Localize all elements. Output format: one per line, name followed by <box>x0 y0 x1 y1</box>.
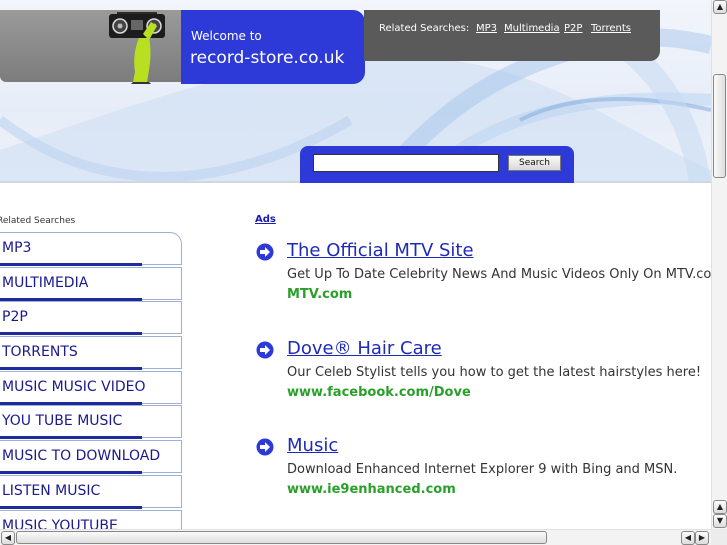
arrow-left-icon[interactable]: ◀ <box>1 531 15 545</box>
arrow-up-icon[interactable]: ▲ <box>713 0 727 14</box>
related-searches-bar: Related Searches: MP3 Multimedia P2P Tor… <box>364 10 660 61</box>
boombox-mascot-icon <box>109 12 165 84</box>
arrow-up-icon[interactable]: ▲ <box>713 500 727 514</box>
ad-title-link[interactable]: Music <box>287 435 338 456</box>
ads-label: Ads <box>255 214 276 225</box>
sidebar-item-label: TORRENTS <box>2 344 78 361</box>
related-searches-label: Related Searches: <box>379 23 470 34</box>
arrow-left-icon[interactable]: ◀ <box>681 531 695 545</box>
sidebar-item-label: MULTIMEDIA <box>2 274 89 291</box>
vertical-scroll-thumb[interactable] <box>713 74 726 178</box>
related-link-torrents[interactable]: Torrents <box>591 23 631 34</box>
sidebar-item-torrents[interactable]: TORRENTS <box>0 336 182 371</box>
related-link-multimedia[interactable]: Multimedia <box>504 23 560 34</box>
arrow-right-icon[interactable]: ▶ <box>695 531 709 545</box>
ad-url-link[interactable]: MTV.com <box>287 287 352 302</box>
related-link-p2p[interactable]: P2P <box>564 23 582 34</box>
ad-title-link[interactable]: The Official MTV Site <box>287 240 474 261</box>
sidebar-item-label: MUSIC MUSIC VIDEO <box>2 378 146 395</box>
sidebar-item-you-tube-music[interactable]: YOU TUBE MUSIC <box>0 405 182 440</box>
sidebar-item-multimedia[interactable]: MULTIMEDIA <box>0 266 182 301</box>
sidebar-heading: Related Searches <box>0 216 76 226</box>
sidebar-item-listen-music[interactable]: LISTEN MUSIC <box>0 474 182 509</box>
welcome-box: Welcome to record-store.co.uk <box>181 10 365 84</box>
scrollbar-corner <box>711 529 727 545</box>
ad-url-link[interactable]: www.facebook.com/Dove <box>287 385 471 400</box>
arrow-right-icon <box>256 341 274 359</box>
sidebar-item-label: P2P <box>2 309 28 326</box>
horizontal-scrollbar[interactable]: ◀ ◀ ▶ <box>0 529 711 545</box>
sidebar-item-label: MUSIC TO DOWNLOAD <box>2 448 161 465</box>
vertical-scrollbar[interactable]: ▲ ▲ ▼ <box>711 0 727 529</box>
ad-url-link[interactable]: www.ie9enhanced.com <box>287 482 456 497</box>
sidebar-item-mp3[interactable]: MP3 <box>0 232 182 266</box>
arrow-right-icon <box>256 243 274 261</box>
sidebar-item-label: MP3 <box>2 240 32 256</box>
sidebar-item-music-music-video[interactable]: MUSIC MUSIC VIDEO <box>0 370 182 405</box>
header-banner: Welcome to record-store.co.uk Related Se… <box>0 0 711 183</box>
search-input[interactable] <box>313 154 499 172</box>
site-name: record-store.co.uk <box>190 48 345 68</box>
welcome-text: Welcome to <box>191 29 262 43</box>
related-searches-list: MP3 MULTIMEDIA P2P TORRENTS MUSIC MUSIC … <box>0 232 182 529</box>
sidebar-item-label: MUSIC YOUTUBE <box>2 517 118 530</box>
sidebar-item-label: LISTEN MUSIC <box>2 482 101 499</box>
sidebar-item-music-youtube[interactable]: MUSIC YOUTUBE <box>0 509 182 530</box>
ad-description: Download Enhanced Internet Explorer 9 wi… <box>287 462 678 477</box>
search-panel: Search <box>300 146 574 183</box>
sidebar-item-music-to-download[interactable]: MUSIC TO DOWNLOAD <box>0 440 182 475</box>
sidebar-item-p2p[interactable]: P2P <box>0 301 182 336</box>
page-viewport: Welcome to record-store.co.uk Related Se… <box>0 0 711 529</box>
ad-description: Get Up To Date Celebrity News And Music … <box>287 267 711 282</box>
ad-description: Our Celeb Stylist tells you how to get t… <box>287 365 702 380</box>
sidebar-item-label: YOU TUBE MUSIC <box>2 413 123 430</box>
horizontal-scroll-thumb[interactable] <box>16 531 547 544</box>
arrow-right-icon <box>256 438 274 456</box>
related-link-mp3[interactable]: MP3 <box>476 23 497 34</box>
arrow-down-icon[interactable]: ▼ <box>713 514 727 528</box>
ad-title-link[interactable]: Dove® Hair Care <box>287 338 442 359</box>
search-button[interactable]: Search <box>508 155 561 171</box>
